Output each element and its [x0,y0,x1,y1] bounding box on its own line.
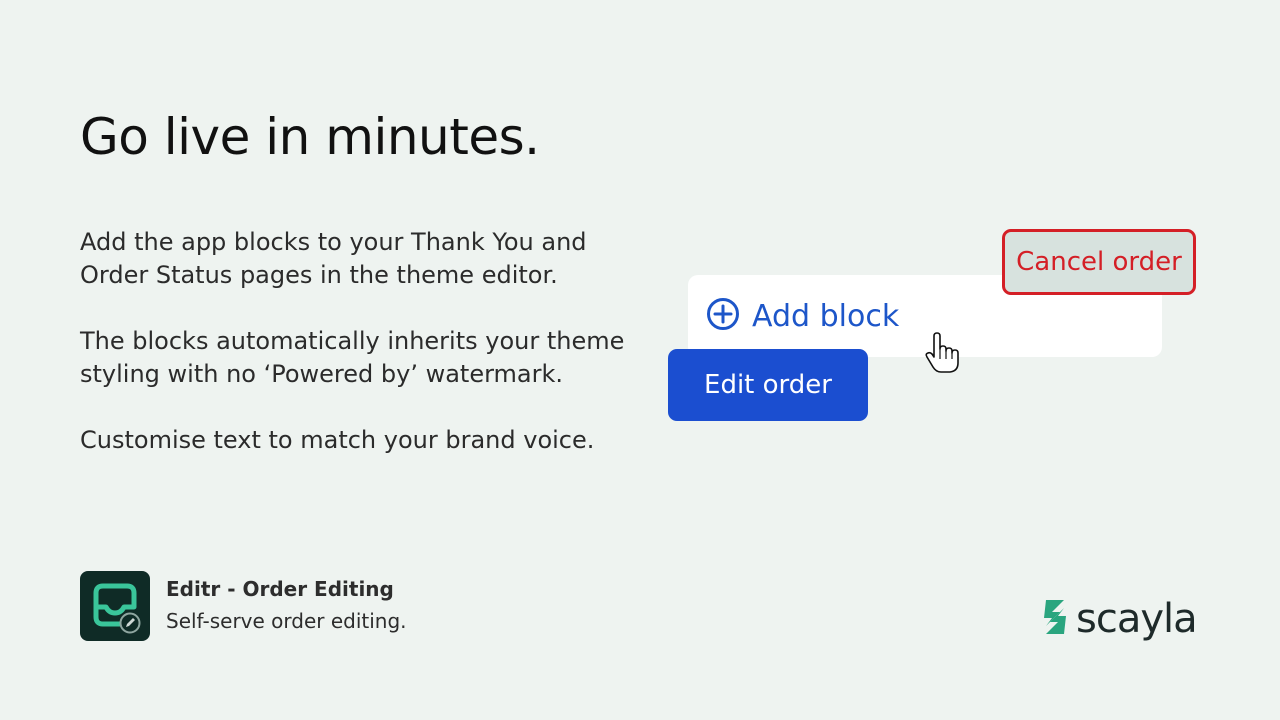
brand-logo: scayla [1038,596,1198,642]
scayla-logo-icon [1038,598,1072,640]
description-paragraph: Customise text to match your brand voice… [80,426,595,454]
add-block-label: Add block [752,298,900,334]
brand-name: scayla [1076,596,1198,642]
cancel-order-button[interactable]: Cancel order [1002,229,1196,295]
app-badge: Editr - Order Editing Self-serve order e… [80,571,407,641]
plus-circle-icon [706,297,740,335]
description-paragraph: The blocks automatically inherits your t… [80,327,625,388]
app-name: Editr - Order Editing [166,577,394,601]
description-paragraph: Add the app blocks to your Thank You and… [80,228,587,289]
edit-order-button[interactable]: Edit order [668,349,868,421]
inbox-edit-icon [80,571,150,641]
app-tagline: Self-serve order editing. [166,609,407,633]
hand-pointer-icon [924,332,964,378]
description: Add the app blocks to your Thank You and… [80,226,660,490]
add-block-button[interactable]: Add block [706,297,899,335]
page-title: Go live in minutes. [80,108,540,166]
